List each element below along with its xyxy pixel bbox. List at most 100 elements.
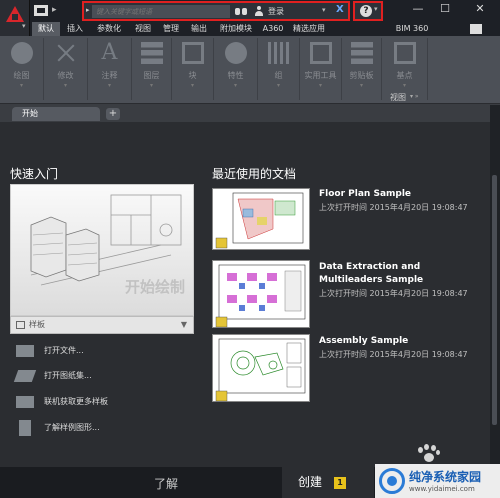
recent-doc-name[interactable]: Data Extraction and Multileaders Sample (319, 261, 479, 287)
ribbon-group-view[interactable]: 基点 ▾ (382, 38, 428, 100)
tab-insert[interactable]: 插入 (62, 22, 88, 36)
tab-manage[interactable]: 管理 (158, 22, 184, 36)
action-label: 打开文件... (44, 346, 84, 355)
start-drawing-label: 开始绘制 (124, 278, 185, 296)
tab-featured-apps[interactable]: 精选应用 (288, 22, 330, 36)
chevron-down-icon: ▾ (63, 82, 67, 89)
help-area: ? ▾ (353, 1, 383, 21)
template-label: 样板 (29, 320, 45, 329)
close-button[interactable]: ✕ (460, 0, 500, 20)
recent-doc-name[interactable]: Assembly Sample (319, 335, 479, 348)
chevron-down-icon: ▾ (19, 82, 23, 89)
tab-a360[interactable]: A360 (260, 22, 286, 36)
recent-doc-thumbnail[interactable] (212, 260, 310, 328)
ribbon-group-layers[interactable]: 图层 ▾ (132, 38, 172, 100)
watermark-url: www.yidaimei.com (409, 485, 475, 493)
chevron-down-icon[interactable]: ▸ (52, 5, 57, 15)
title-bar: ▸ ▸ 登录 ▾ X ? ▾ — ☐ ✕ (0, 0, 500, 22)
chevron-down-icon[interactable]: ▾ » (410, 93, 419, 100)
chevron-down-icon: ▾ (359, 82, 363, 89)
tab-parametric[interactable]: 参数化 (90, 22, 128, 36)
tab-addins[interactable]: 附加模块 (214, 22, 258, 36)
scrollbar[interactable] (490, 105, 500, 467)
ribbon-toggle-icon[interactable] (470, 24, 482, 34)
action-label: 了解样例图形... (44, 423, 100, 432)
binoculars-icon[interactable] (234, 5, 248, 17)
recent-documents-title: 最近使用的文档 (212, 167, 297, 181)
application-menu-button[interactable]: ▾ (0, 0, 30, 36)
ribbon-group-annotate[interactable]: A 注释 ▾ (88, 38, 132, 100)
scrollbar-thumb[interactable] (492, 175, 497, 425)
floor-plan-preview (215, 192, 304, 249)
chevron-down-icon[interactable]: ▾ (374, 5, 378, 13)
new-tab-button[interactable]: + (106, 108, 120, 120)
action-label: 联机获取更多样板 (44, 397, 108, 406)
ribbon-view-label[interactable]: 视图 (390, 92, 406, 103)
tab-create[interactable]: 创建 1 (282, 467, 374, 498)
get-more-templates-link[interactable]: 联机获取更多样板 (16, 394, 108, 410)
minimize-button[interactable]: — (405, 0, 431, 20)
clipboard-icon (350, 42, 373, 64)
building-sketch-icon (30, 194, 182, 286)
start-drawing-card[interactable]: 开始绘制 (10, 184, 194, 316)
explore-sample-drawings-link[interactable]: 了解样例图形... (16, 420, 100, 436)
chevron-down-icon: ▾ (318, 82, 322, 89)
ribbon-group-modify[interactable]: 修改 ▾ (44, 38, 88, 100)
sign-in-dropdown[interactable]: 登录 ▾ (252, 5, 338, 18)
help-icon[interactable]: ? (360, 5, 372, 17)
maximize-button[interactable]: ☐ (432, 0, 458, 20)
recent-doc-date: 上次打开时间 2015年4月20日 19:08:47 (319, 289, 468, 298)
tab-default[interactable]: 默认 (32, 22, 60, 36)
ribbon-group-block[interactable]: 块 ▾ (172, 38, 214, 100)
sheet-set-icon (13, 370, 37, 382)
folder-icon[interactable] (34, 5, 48, 16)
chevron-down-icon: ▾ (276, 82, 280, 89)
watermark-logo-icon (379, 468, 405, 494)
ribbon-group-draw[interactable]: 绘图 ▾ (0, 38, 44, 100)
recent-doc-thumbnail[interactable] (212, 188, 310, 250)
tab-view[interactable]: 视图 (130, 22, 156, 36)
tab-output[interactable]: 输出 (186, 22, 212, 36)
logo-inner (12, 14, 18, 20)
ribbon-group-label: 注释 (101, 71, 118, 80)
utilities-icon (309, 42, 332, 64)
ribbon-group-label: 特性 (227, 71, 244, 80)
ribbon-group-label: 组 (274, 71, 283, 80)
search-input[interactable] (92, 5, 230, 18)
tab-start[interactable]: 开始 (12, 107, 100, 121)
ribbon-tab-bar: 默认 插入 参数化 视图 管理 输出 附加模块 A360 精选应用 BIM 36… (30, 22, 500, 36)
chevron-down-icon: ▾ (22, 22, 26, 30)
tab-learn[interactable]: 了解 (154, 475, 178, 492)
watermark: 纯净系统家园 www.yidaimei.com (375, 464, 500, 498)
ribbon-panel: 绘图 ▾ 修改 ▾ A 注释 ▾ 图层 ▾ 块 ▾ 特性 ▾ 组 ▾ 实用工具 … (0, 36, 500, 104)
base-icon (393, 42, 416, 64)
paw-icon (416, 444, 440, 464)
user-icon (254, 6, 264, 16)
recent-doc-thumbnail[interactable] (212, 334, 310, 402)
ribbon-group-label: 图层 (143, 71, 160, 80)
template-dropdown[interactable]: 样板 ▼ (10, 316, 194, 334)
ribbon-group-label: 修改 (57, 71, 74, 80)
document-tab-bar: 开始 + (0, 105, 490, 121)
letter-a-icon: A (101, 40, 118, 65)
expand-arrow-icon[interactable]: ▸ (86, 6, 90, 14)
tab-bim360[interactable]: BIM 360 (390, 22, 434, 36)
autodesk-exchange-icon[interactable]: X (336, 4, 348, 17)
ribbon-group-clipboard[interactable]: 剪贴板 ▾ (342, 38, 382, 100)
quick-access-toolbar: ▸ (32, 3, 80, 19)
recent-doc-name[interactable]: Floor Plan Sample (319, 188, 479, 201)
properties-icon (224, 42, 247, 64)
ribbon-group-label: 基点 (396, 71, 413, 80)
layers-icon (140, 42, 163, 64)
open-sheet-set-link[interactable]: 打开图纸集... (13, 368, 92, 384)
group-icon (267, 42, 290, 64)
ribbon-group-properties[interactable]: 特性 ▾ (214, 38, 258, 100)
templates-online-icon (16, 396, 34, 408)
template-icon (16, 321, 25, 329)
open-files-link[interactable]: 打开文件... (16, 343, 84, 359)
recent-doc-date: 上次打开时间 2015年4月20日 19:08:47 (319, 203, 468, 212)
start-page: 快速入门 开始绘制 样板 ▼ 打开文件... 打开图纸集... 联机获取更多样板… (0, 122, 490, 467)
ribbon-group-utilities[interactable]: 实用工具 ▾ (300, 38, 342, 100)
ribbon-group-groups[interactable]: 组 ▾ (258, 38, 300, 100)
tab-create-label: 创建 (298, 475, 323, 489)
